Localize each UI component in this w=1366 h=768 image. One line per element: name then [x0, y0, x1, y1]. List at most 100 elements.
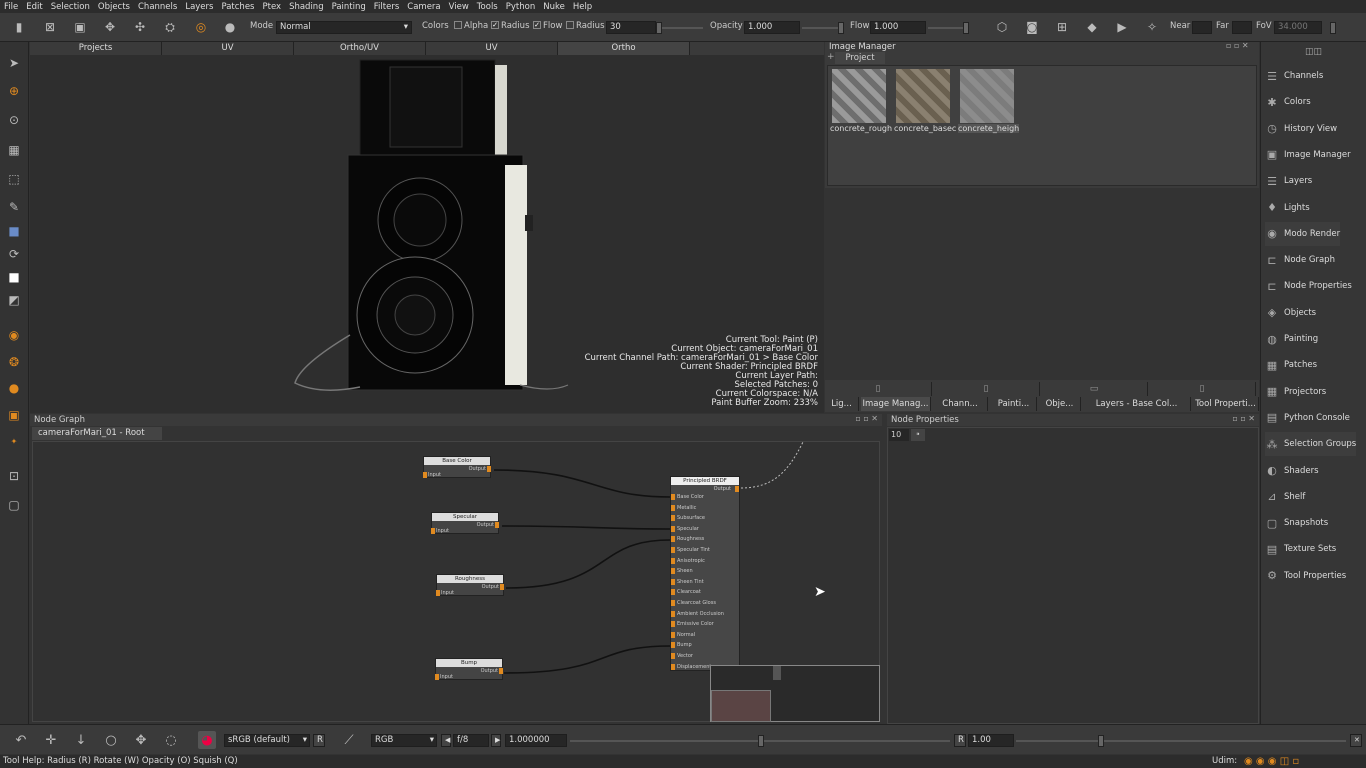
shelf-item-shaders[interactable]: ◐ Shaders	[1265, 459, 1318, 483]
down-arrow-icon[interactable]: ↓	[72, 731, 90, 749]
flow-slider-handle[interactable]	[963, 22, 969, 34]
menu-item-objects[interactable]: Objects	[98, 2, 130, 12]
brdf-input-port[interactable]	[671, 589, 675, 596]
node-output-port[interactable]	[495, 522, 499, 528]
shelf-item-channels[interactable]: ☰ Channels	[1265, 64, 1323, 88]
menu-item-help[interactable]: Help	[573, 2, 592, 12]
undo-icon[interactable]: ↶	[12, 731, 30, 749]
colorspace-select[interactable]: sRGB (default) ▾	[224, 734, 310, 747]
shelf-item-image-manager[interactable]: ▣ Image Manager	[1265, 143, 1351, 167]
image-thumbnail[interactable]	[832, 69, 886, 123]
menu-item-filters[interactable]: Filters	[374, 2, 399, 12]
prev-fstop-icon[interactable]: ◀	[441, 734, 451, 747]
sphere-paint-icon[interactable]: ◉	[5, 326, 23, 344]
brdf-input-port[interactable]	[671, 631, 675, 638]
solid-view-icon[interactable]: ◆	[1083, 18, 1101, 36]
reset-button[interactable]: R	[313, 734, 325, 747]
dock-tab[interactable]: Image Manag...	[861, 397, 931, 411]
transform-icon[interactable]: ✥	[101, 18, 119, 36]
doc-icon[interactable]: ▯	[933, 382, 1040, 396]
foreground-color-icon[interactable]: ■	[5, 268, 23, 286]
alpha-checkbox[interactable]: Alpha	[454, 20, 488, 31]
graph-node-base-color[interactable]: Base Color Output Input	[423, 456, 491, 478]
shelf-item-python-console[interactable]: ▤ Python Console	[1265, 406, 1350, 430]
minimap-viewport[interactable]	[711, 690, 771, 722]
shelf-item-snapshots[interactable]: ▢ Snapshots	[1265, 511, 1328, 535]
brdf-input-port[interactable]	[671, 610, 675, 617]
menu-item-tools[interactable]: Tools	[477, 2, 498, 12]
menu-item-patches[interactable]: Patches	[221, 2, 254, 12]
node-input-port[interactable]	[423, 472, 427, 478]
camera-view-icon[interactable]: ◙	[1023, 18, 1041, 36]
add-tab-icon[interactable]: +	[827, 52, 835, 62]
radius-slider[interactable]	[658, 27, 703, 29]
gamma-slider-handle[interactable]	[1098, 735, 1104, 747]
near-input[interactable]	[1192, 21, 1212, 34]
opacity-input[interactable]: 1.000	[744, 21, 800, 34]
plus-icon[interactable]: ✦	[5, 432, 23, 450]
tab-uv[interactable]: UV	[162, 42, 294, 55]
menu-item-selection[interactable]: Selection	[51, 2, 90, 12]
opacity-slider-handle[interactable]	[838, 22, 844, 34]
clone-icon[interactable]: ⊙	[5, 111, 23, 129]
fov-input[interactable]: 34.000	[1274, 21, 1322, 34]
menu-item-nuke[interactable]: Nuke	[543, 2, 565, 12]
shelf-item-projectors[interactable]: ▦ Projectors	[1265, 380, 1326, 404]
fstop-input[interactable]: f/8	[453, 734, 489, 747]
circle-dashed-icon[interactable]: ◌	[162, 731, 180, 749]
paint-icon[interactable]: ⊕	[5, 82, 23, 100]
radius2-checkbox[interactable]: Radius	[566, 20, 605, 31]
radius-slider-handle[interactable]	[656, 22, 662, 34]
new-file-icon[interactable]: ▮	[10, 18, 28, 36]
brdf-input-port[interactable]	[671, 600, 675, 606]
cube-icon[interactable]: ⬡	[993, 18, 1011, 36]
play-view-icon[interactable]: ▶	[1113, 18, 1131, 36]
node-graph-minimap[interactable]	[710, 665, 880, 722]
save-file-icon[interactable]: ▣	[71, 18, 89, 36]
channel-select[interactable]: RGB ▾	[371, 734, 437, 747]
paint-target-icon[interactable]: ◎	[192, 18, 210, 36]
brdf-input-port[interactable]	[671, 642, 675, 649]
rotate-icon[interactable]: ○	[102, 731, 120, 749]
doc-icon[interactable]: ▯	[825, 382, 932, 396]
brdf-input-port[interactable]	[671, 494, 675, 500]
menu-item-shading[interactable]: Shading	[289, 2, 324, 12]
move-icon[interactable]: ✣	[131, 18, 149, 36]
dock-tab[interactable]: Lig...	[825, 397, 859, 411]
shelf-item-layers[interactable]: ☰ Layers	[1265, 169, 1312, 193]
radius-input[interactable]: 30	[606, 21, 656, 34]
dock-tab[interactable]: Layers - Base Col...	[1083, 397, 1191, 411]
brdf-input-port[interactable]	[671, 621, 675, 628]
next-fstop-icon[interactable]: ▶	[491, 734, 501, 747]
brdf-output-port[interactable]	[735, 486, 739, 492]
brdf-input-port[interactable]	[671, 557, 675, 564]
dock-tab[interactable]: Tool Properti...	[1193, 397, 1259, 411]
pan-icon[interactable]: ✛	[42, 731, 60, 749]
menu-item-edit[interactable]: Edit	[26, 2, 42, 12]
image-icon[interactable]: ▭	[1041, 382, 1148, 396]
exposure-slider-handle[interactable]	[758, 735, 764, 747]
shelf-item-history-view[interactable]: ◷ History View	[1265, 117, 1337, 141]
shelf-item-colors[interactable]: ✱ Colors	[1265, 90, 1310, 114]
tab-ortho-uv[interactable]: Ortho/UV	[294, 42, 426, 55]
radius-checkbox[interactable]: ✓ Radius	[491, 20, 530, 31]
brdf-input-port[interactable]	[671, 578, 675, 585]
principled-brdf-node[interactable]: Principled BRDF Output Base Color Metalli…	[670, 476, 740, 671]
dock-tab[interactable]: Chann...	[933, 397, 988, 411]
tab-ortho[interactable]: Ortho	[558, 42, 690, 55]
shelf-item-shelf[interactable]: ⊿ Shelf	[1265, 485, 1305, 509]
shelf-item-tool-properties[interactable]: ⚙ Tool Properties	[1265, 564, 1346, 588]
menu-item-python[interactable]: Python	[506, 2, 535, 12]
image-thumbnail[interactable]	[896, 69, 950, 123]
zoom-icon[interactable]: ✥	[132, 731, 150, 749]
brdf-input-port[interactable]	[671, 504, 675, 511]
gamma-slider[interactable]	[1016, 740, 1346, 742]
box-icon[interactable]: ▢	[5, 496, 23, 514]
grid-icon[interactable]: ▦	[5, 141, 23, 159]
frame-icon[interactable]: ⊡	[5, 467, 23, 485]
shelf-item-patches[interactable]: ▦ Patches	[1265, 353, 1317, 377]
dock-tab[interactable]: Painti...	[991, 397, 1037, 411]
color-wheel-icon[interactable]: ◕	[198, 731, 216, 749]
node-input-port[interactable]	[431, 528, 435, 534]
udim-status-icons[interactable]: ◉ ◉ ◉ ◫ ▫	[1244, 755, 1299, 768]
